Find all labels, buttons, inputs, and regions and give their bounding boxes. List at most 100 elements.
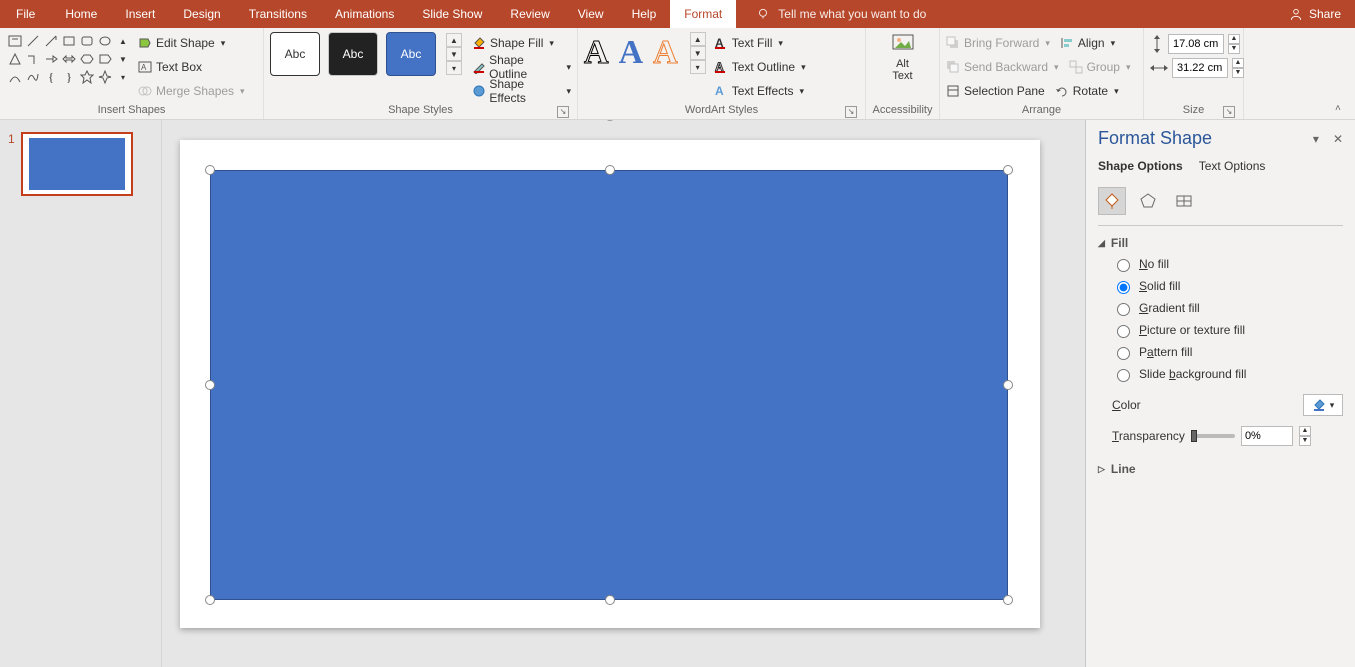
text-box-button[interactable]: AText Box [138, 56, 245, 78]
rotation-handle-icon[interactable] [602, 120, 618, 122]
size-launcher[interactable]: ↘ [1223, 106, 1235, 118]
shape-more-down-icon[interactable]: ▼ [114, 50, 132, 68]
shape-outline-button[interactable]: Shape Outline▾ [472, 56, 571, 78]
width-input[interactable] [1172, 58, 1228, 78]
tab-file[interactable]: File [0, 0, 51, 28]
shape-star-icon[interactable] [78, 68, 96, 86]
send-backward-button[interactable]: Send Backward▾ [946, 56, 1059, 78]
edit-shape-button[interactable]: Edit Shape▾ [138, 32, 245, 54]
shape-triangle-icon[interactable] [6, 50, 24, 68]
share-button[interactable]: Share [1289, 7, 1341, 21]
height-up-icon[interactable]: ▲ [1228, 34, 1240, 44]
fill-section-head[interactable]: ◢Fill [1098, 236, 1343, 250]
solid-fill-radio[interactable]: Solid fill [1112, 278, 1343, 294]
wa-gallery-more-icon[interactable]: ▾ [690, 60, 706, 74]
pane-menu-icon[interactable]: ▾ [1313, 132, 1319, 146]
tab-help[interactable]: Help [618, 0, 671, 28]
trans-up-icon[interactable]: ▲ [1299, 426, 1311, 436]
gallery-down-icon[interactable]: ▼ [446, 47, 462, 61]
fill-line-category-icon[interactable] [1098, 187, 1126, 215]
tab-transitions[interactable]: Transitions [235, 0, 321, 28]
wordart-preset-1[interactable]: A [584, 36, 609, 70]
shape-textbox-icon[interactable] [6, 32, 24, 50]
trans-down-icon[interactable]: ▼ [1299, 436, 1311, 446]
slide[interactable] [180, 140, 1040, 628]
tab-design[interactable]: Design [169, 0, 234, 28]
width-down-icon[interactable]: ▼ [1232, 68, 1244, 78]
shape-effects-button[interactable]: Shape Effects▾ [472, 80, 571, 102]
tab-review[interactable]: Review [496, 0, 563, 28]
gallery-more-icon[interactable]: ▾ [446, 61, 462, 75]
gradient-fill-radio[interactable]: Gradient fill [1112, 300, 1343, 316]
shape-rect-icon[interactable] [60, 32, 78, 50]
tab-animations[interactable]: Animations [321, 0, 408, 28]
slidebg-fill-radio[interactable]: Slide background fill [1112, 366, 1343, 382]
shape-more-menu-icon[interactable]: ▾ [114, 68, 132, 86]
size-props-category-icon[interactable] [1170, 187, 1198, 215]
text-effects-button[interactable]: AText Effects▾ [714, 80, 806, 102]
shape-4star-icon[interactable] [96, 68, 114, 86]
selected-rectangle[interactable] [210, 170, 1008, 600]
shape-line-icon[interactable] [24, 32, 42, 50]
style-preset-1[interactable]: Abc [270, 32, 320, 76]
shape-curve-icon[interactable] [24, 68, 42, 86]
shape-options-tab[interactable]: Shape Options [1098, 159, 1183, 177]
picture-fill-radio[interactable]: Picture or texture fill [1112, 322, 1343, 338]
no-fill-radio[interactable]: No fill [1112, 256, 1343, 272]
handle-ne[interactable] [1003, 165, 1013, 175]
tell-me[interactable]: Tell me what you want to do [756, 7, 926, 21]
tab-format[interactable]: Format [670, 0, 736, 28]
width-up-icon[interactable]: ▲ [1232, 58, 1244, 68]
shape-more-up-icon[interactable]: ▲ [114, 32, 132, 50]
handle-se[interactable] [1003, 595, 1013, 605]
shape-oval-icon[interactable] [96, 32, 114, 50]
text-fill-button[interactable]: AText Fill▾ [714, 32, 806, 54]
shape-fill-button[interactable]: Shape Fill▾ [472, 32, 571, 54]
wa-gallery-up-icon[interactable]: ▲ [690, 32, 706, 46]
group-button[interactable]: Group▾ [1069, 56, 1131, 78]
effects-category-icon[interactable] [1134, 187, 1162, 215]
shape-arc-icon[interactable] [6, 68, 24, 86]
selection-pane-button[interactable]: Selection Pane [946, 80, 1045, 102]
shape-darrow-icon[interactable] [60, 50, 78, 68]
alt-text-button[interactable]: Alt Text [878, 32, 928, 82]
shapes-gallery[interactable]: ▲ ▼ { } ▾ [6, 32, 132, 86]
tab-insert[interactable]: Insert [111, 0, 169, 28]
text-options-tab[interactable]: Text Options [1199, 159, 1266, 177]
line-section-head[interactable]: ▷Line [1098, 462, 1343, 476]
rotate-button[interactable]: Rotate▾ [1055, 80, 1119, 102]
style-preset-3[interactable]: Abc [386, 32, 436, 76]
shape-roundrect-icon[interactable] [78, 32, 96, 50]
handle-w[interactable] [205, 380, 215, 390]
shape-pent-icon[interactable] [96, 50, 114, 68]
slide-thumbnail-1[interactable] [21, 132, 133, 196]
handle-nw[interactable] [205, 165, 215, 175]
transparency-input[interactable] [1241, 426, 1293, 446]
handle-e[interactable] [1003, 380, 1013, 390]
tab-home[interactable]: Home [51, 0, 111, 28]
height-input[interactable] [1168, 34, 1224, 54]
wa-gallery-down-icon[interactable]: ▼ [690, 46, 706, 60]
slide-canvas[interactable] [162, 120, 1085, 667]
tab-slideshow[interactable]: Slide Show [408, 0, 496, 28]
height-down-icon[interactable]: ▼ [1228, 44, 1240, 54]
handle-sw[interactable] [205, 595, 215, 605]
slider-thumb[interactable] [1191, 430, 1197, 442]
align-button[interactable]: Align▾ [1060, 32, 1115, 54]
bring-forward-button[interactable]: Bring Forward▾ [946, 32, 1050, 54]
pane-close-icon[interactable]: ✕ [1333, 132, 1343, 146]
merge-shapes-button[interactable]: Merge Shapes▾ [138, 80, 245, 102]
fill-color-button[interactable]: ▾ [1303, 394, 1343, 416]
transparency-slider[interactable] [1191, 434, 1235, 438]
wordart-preset-2[interactable]: A [619, 36, 644, 70]
wordart-launcher[interactable]: ↘ [845, 106, 857, 118]
text-outline-button[interactable]: AText Outline▾ [714, 56, 806, 78]
gallery-up-icon[interactable]: ▲ [446, 33, 462, 47]
collapse-ribbon-icon[interactable]: ˄ [1335, 103, 1349, 117]
handle-s[interactable] [605, 595, 615, 605]
shape-arrow-icon[interactable] [42, 50, 60, 68]
shape-rbrace-icon[interactable]: } [60, 68, 78, 86]
pattern-fill-radio[interactable]: Pattern fill [1112, 344, 1343, 360]
shape-lbrace-icon[interactable]: { [42, 68, 60, 86]
tab-view[interactable]: View [564, 0, 618, 28]
